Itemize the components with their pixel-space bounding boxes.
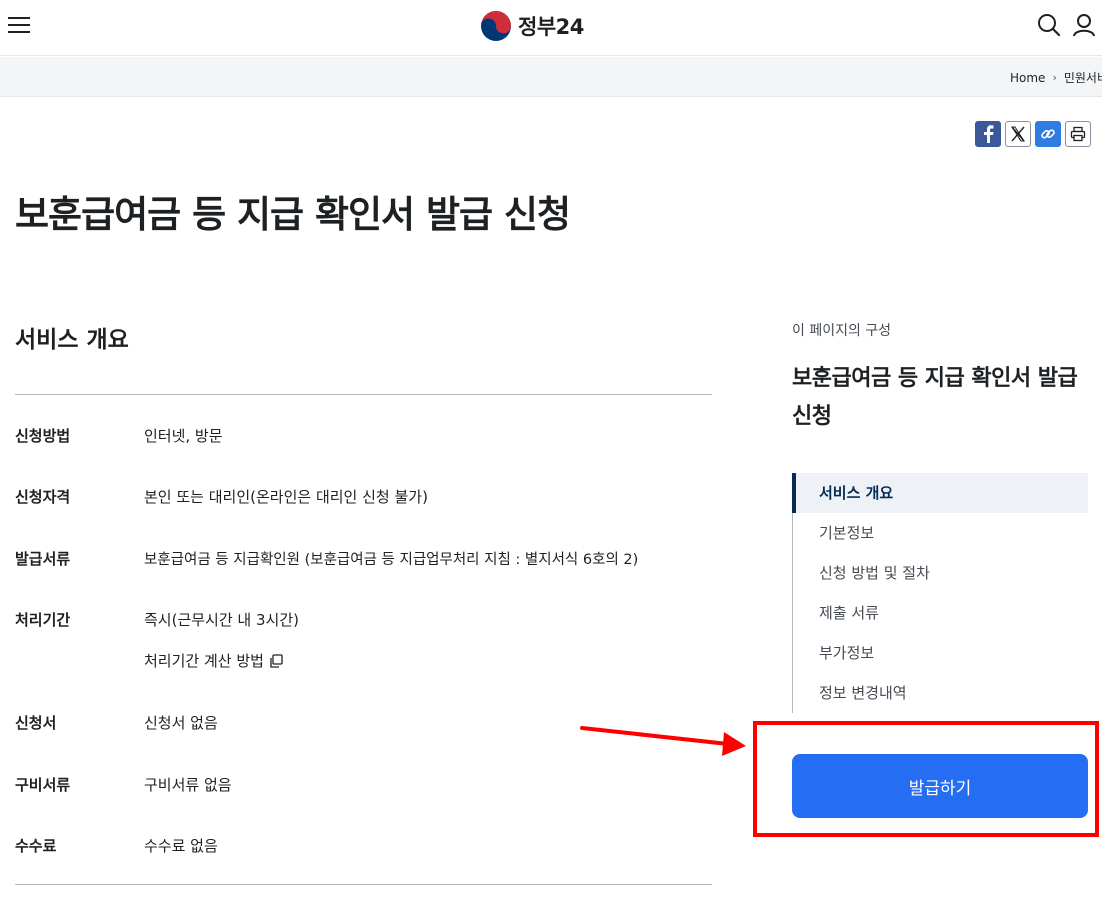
row-value: 수수료 없음 — [144, 837, 218, 855]
toc-item-additional-info[interactable]: 부가정보 — [793, 633, 1088, 673]
logo-text: 정부24 — [518, 15, 584, 39]
search-icon[interactable] — [1036, 12, 1062, 38]
row-value: 구비서류 없음 — [144, 776, 232, 794]
row-value: 신청서 없음 — [144, 714, 218, 732]
breadcrumb-home[interactable]: Home — [1010, 71, 1045, 85]
breadcrumb: Home › 민원서비 — [1010, 69, 1102, 86]
taegeuk-logo-icon — [481, 11, 511, 41]
row-label: 구비서류 — [15, 776, 71, 794]
row-value: 보훈급여금 등 지급확인원 (보훈급여금 등 지급업무처리 지침 : 별지서식 … — [144, 552, 639, 568]
site-header: 정부24 — [0, 0, 1102, 56]
x-twitter-icon[interactable] — [1005, 121, 1031, 147]
share-toolbar — [975, 121, 1091, 147]
processing-time-calc-link[interactable]: 처리기간 계산 방법 — [144, 650, 284, 671]
calc-link-label: 처리기간 계산 방법 — [144, 652, 264, 670]
row-value: 본인 또는 대리인(온라인은 대리인 신청 불가) — [144, 488, 428, 506]
row-label: 신청방법 — [15, 427, 71, 445]
row-label: 처리기간 — [15, 611, 71, 629]
row-label: 수수료 — [15, 837, 57, 855]
copy-popup-icon — [270, 653, 283, 668]
annotation-highlight-box — [753, 721, 1099, 837]
toc-nav: 서비스 개요 기본정보 신청 방법 및 절차 제출 서류 부가정보 정보 변경내… — [792, 473, 1088, 713]
link-icon[interactable] — [1035, 121, 1061, 147]
toc-item-change-history[interactable]: 정보 변경내역 — [793, 673, 1088, 713]
toc-title: 보훈급여금 등 지급 확인서 발급 신청 — [792, 366, 1078, 429]
section-title-overview: 서비스 개요 — [15, 327, 129, 353]
breadcrumb-current[interactable]: 민원서비 — [1064, 69, 1102, 86]
row-value: 인터넷, 방문 — [144, 427, 223, 445]
row-label: 발급서류 — [15, 550, 71, 568]
row-value: 즉시(근무시간 내 3시간) — [144, 611, 299, 629]
toc-item-basic-info[interactable]: 기본정보 — [793, 513, 1088, 553]
toc-item-documents[interactable]: 제출 서류 — [793, 593, 1088, 633]
row-label: 신청서 — [15, 714, 57, 732]
section-divider — [15, 884, 712, 885]
user-icon[interactable] — [1071, 12, 1097, 38]
toc-item-overview[interactable]: 서비스 개요 — [792, 473, 1088, 513]
toc-caption: 이 페이지의 구성 — [792, 323, 892, 339]
breadcrumb-bar: Home › 민원서비 — [0, 57, 1102, 97]
print-icon[interactable] — [1065, 121, 1091, 147]
section-divider — [15, 394, 712, 395]
row-label: 신청자격 — [15, 488, 71, 506]
chevron-right-icon: › — [1052, 71, 1057, 84]
annotation-arrow-icon — [580, 726, 746, 756]
toc-item-procedure[interactable]: 신청 방법 및 절차 — [793, 553, 1088, 593]
facebook-icon[interactable] — [975, 121, 1001, 147]
site-logo[interactable]: 정부24 — [480, 10, 584, 42]
page-title: 보훈급여금 등 지급 확인서 발급 신청 — [15, 193, 571, 236]
hamburger-menu-icon[interactable] — [8, 15, 30, 35]
